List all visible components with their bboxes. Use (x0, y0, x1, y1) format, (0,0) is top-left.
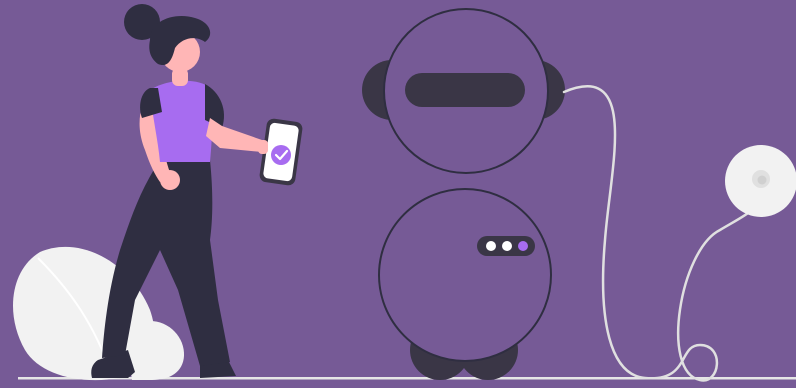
robot-indicator-light-3 (518, 241, 528, 251)
checkmark-circle (271, 145, 291, 165)
person-shirt (150, 80, 213, 162)
robot-visor (405, 73, 525, 107)
power-plug-icon (725, 145, 796, 217)
illustration-scene (0, 0, 796, 388)
checkmark-icon (271, 145, 291, 165)
illustration-canvas (0, 0, 796, 388)
person-hand-front (258, 140, 268, 154)
person-hand-back (160, 170, 180, 190)
robot-body (378, 188, 552, 362)
power-socket-plug (757, 175, 767, 185)
robot-indicator-light-1 (486, 241, 496, 251)
robot-indicator-light-2 (502, 241, 512, 251)
